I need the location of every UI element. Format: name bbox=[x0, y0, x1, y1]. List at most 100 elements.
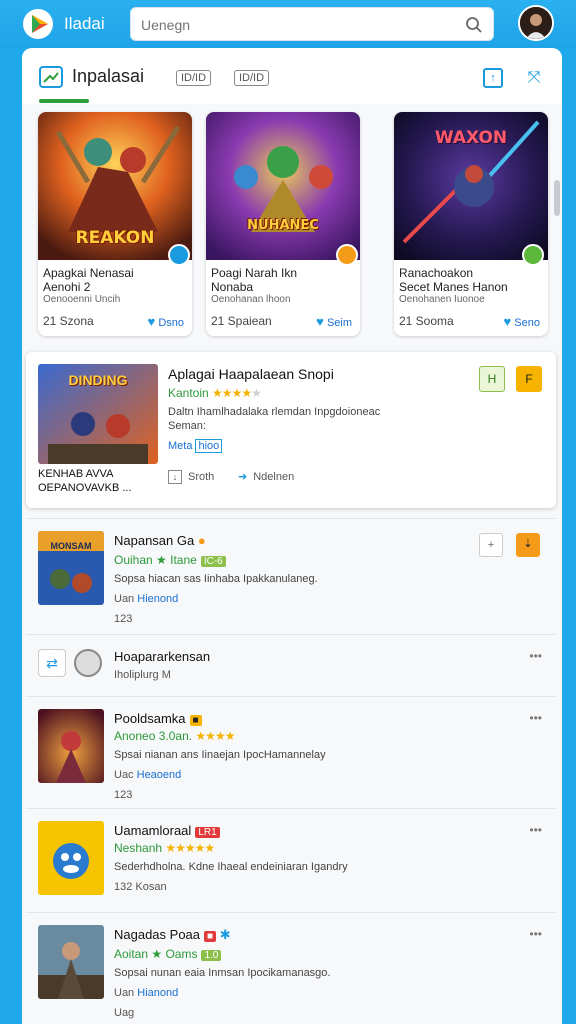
list-item[interactable]: Nagadas Poaa ■ ✱ Aoitan ★ Oams 1.0 Sopsai … bbox=[26, 912, 556, 1024]
list-item[interactable]: ⇄ Hoapararkensan Iholiplurg M ••• bbox=[26, 634, 556, 696]
more-link[interactable]: Hianond bbox=[137, 987, 178, 999]
more-prefix: Uac bbox=[114, 769, 134, 781]
list-item-description: Sederhdholna. Kdne Ihaeal endeiniaran Ig… bbox=[114, 861, 348, 873]
app-thumbnail bbox=[38, 925, 104, 999]
more-link[interactable]: Meta hioo bbox=[168, 439, 223, 453]
featured-card[interactable]: REAKON Apagkai Nenasai Aenohi 2 Oenooenn… bbox=[38, 112, 192, 336]
rating-stars: ★★★★ bbox=[195, 729, 235, 743]
wishlist-button[interactable]: + bbox=[479, 533, 503, 557]
featured-card[interactable]: NUHANEC Poagi Narah Ikn Nonaba Oenohanan… bbox=[206, 112, 360, 336]
expand-icon[interactable]: ⤧ bbox=[524, 68, 544, 88]
developer-text: Aoitan ★ Oams bbox=[114, 947, 198, 961]
card-like-button[interactable]: ♥ Seno bbox=[504, 314, 540, 329]
highlighted-app[interactable]: DINDING KENHAB AVVA OEPANOVAVKB ... Apla… bbox=[26, 352, 556, 508]
card-subtitle: Aenohi 2 bbox=[43, 280, 91, 294]
list-item-count: 132 Kosan bbox=[114, 881, 167, 893]
card-count: 21 Szona bbox=[43, 314, 94, 328]
share-action[interactable]: ➜ Ndelnen bbox=[238, 470, 294, 483]
list-item-developer: Anoneo 3.0an. ★★★★ bbox=[114, 729, 235, 743]
avatar[interactable] bbox=[518, 5, 554, 41]
install-button[interactable]: ⇣ bbox=[516, 533, 540, 557]
card-count: 21 Sooma bbox=[399, 314, 454, 328]
highlight-button-secondary[interactable]: F bbox=[516, 366, 542, 392]
more-options-icon[interactable]: ••• bbox=[529, 927, 542, 941]
tab-tertiary[interactable]: ID/ID bbox=[234, 70, 270, 86]
more-label: Meta bbox=[168, 440, 193, 452]
card-like-button[interactable]: ♥ Seim bbox=[316, 314, 352, 329]
developer-text: Ouihan ★ Itane bbox=[114, 553, 197, 567]
heart-icon: ♥ bbox=[316, 314, 324, 329]
card-meta: Oenohanan lhoon bbox=[211, 294, 291, 305]
item-title-text: Nagadas Poaa bbox=[114, 927, 201, 942]
item-title-text: Pooldsamka bbox=[114, 711, 186, 726]
list-item-more[interactable]: Uan Hienond bbox=[114, 593, 178, 605]
more-link[interactable]: Hienond bbox=[137, 593, 178, 605]
game-art-title: NUHANEC bbox=[247, 218, 319, 233]
list-item-developer: Aoitan ★ Oams 1.0 bbox=[114, 947, 222, 961]
list-item-developer: Ouihan ★ Itane IC-6 bbox=[114, 553, 226, 567]
game-art-title: REAKON bbox=[75, 228, 155, 248]
card-title: Ranachoakon bbox=[399, 266, 474, 280]
search-icon[interactable] bbox=[465, 16, 483, 34]
list-item-count: 123 bbox=[114, 789, 133, 801]
platform-badge-icon bbox=[336, 244, 358, 266]
settings-icon[interactable] bbox=[74, 649, 102, 677]
list-item-title: Uamamloraal LR1 bbox=[114, 823, 220, 838]
rating-tag: LR1 bbox=[195, 827, 220, 838]
card-count: 21 Spaiean bbox=[211, 314, 272, 328]
more-prefix: Uan bbox=[114, 987, 135, 999]
list-item-more[interactable]: Uac Heaoend bbox=[114, 769, 181, 781]
rating-stars: ★★★★★ bbox=[212, 386, 262, 400]
search-input[interactable] bbox=[141, 15, 461, 35]
platform-badge-icon bbox=[522, 244, 544, 266]
card-subtitle: Nonaba bbox=[211, 280, 254, 294]
search-bar[interactable] bbox=[130, 7, 494, 41]
thumbnail-caption-2: OEPANOVAVKB ... bbox=[38, 482, 132, 494]
tab-secondary[interactable]: ID/ID bbox=[176, 70, 212, 86]
highlight-button-primary[interactable]: H bbox=[479, 366, 505, 392]
trend-icon[interactable] bbox=[39, 66, 63, 88]
list-item-title: Napansan Ga ● bbox=[114, 533, 206, 548]
more-options-icon[interactable]: ••• bbox=[529, 711, 542, 725]
tab-main[interactable]: Inpalasai bbox=[72, 66, 144, 87]
card-like-button[interactable]: ♥ Dsno bbox=[148, 314, 184, 329]
app-logo-icon[interactable] bbox=[22, 8, 56, 40]
list-item-description: Sopsa hiacan sas Iinhaba Ipakkanulaneg. bbox=[114, 573, 318, 585]
more-link[interactable]: Heaoend bbox=[137, 769, 182, 781]
card-subtitle: Secet Manes Hanon bbox=[399, 280, 508, 294]
list-item-developer: Neshanh ★★★★★ bbox=[114, 841, 215, 855]
item-title-text: Uamamloraal bbox=[114, 823, 192, 838]
share-icon[interactable]: ↑ bbox=[483, 68, 503, 88]
item-title-text: Napansan Ga bbox=[114, 533, 195, 548]
install-action[interactable]: ↓ Sroth bbox=[168, 470, 214, 484]
share-icon[interactable]: ⇄ bbox=[38, 649, 66, 677]
list-item[interactable]: Pooldsamka ■ Anoneo 3.0an. ★★★★ Spsai nia… bbox=[26, 696, 556, 808]
heart-icon: ♥ bbox=[503, 314, 512, 329]
more-tag: hioo bbox=[195, 439, 223, 453]
more-options-icon[interactable]: ••• bbox=[529, 649, 542, 663]
flame-icon: ● bbox=[197, 533, 206, 548]
list-item-description: Sopsai nunan eaia Inmsan Ipocikamanasgo. bbox=[114, 967, 331, 979]
list-item[interactable]: MONSAM Napansan Ga ● Ouihan ★ Itane IC-6 … bbox=[26, 518, 556, 634]
thumbnail-title: MONSAM bbox=[50, 541, 92, 551]
card-meta: Oenooenni Uncih bbox=[43, 294, 121, 305]
card-action-label: Dsno bbox=[158, 317, 184, 329]
featured-card[interactable]: WAXON Ranachoakon Secet Manes Hanon Oeno… bbox=[394, 112, 548, 336]
scrollbar-thumb[interactable] bbox=[554, 180, 560, 216]
list-item-subtitle: Iholiplurg M bbox=[114, 669, 171, 681]
list-item-more[interactable]: Uan Hianond bbox=[114, 987, 178, 999]
card-title: Poagi Narah Ikn bbox=[211, 266, 298, 280]
list-item-description: Spsai nianan ans Iinaejan IpocHamannelay bbox=[114, 749, 326, 761]
card-title: Apagkai Nenasai bbox=[43, 266, 134, 280]
rating-stars: ★★★★★ bbox=[165, 841, 215, 855]
heart-icon: ♥ bbox=[147, 314, 156, 329]
card-meta: Oenohanen Iuonoe bbox=[399, 294, 485, 305]
rating-tag: IC-6 bbox=[200, 556, 226, 567]
tab-bar: Inpalasai ID/ID ID/ID ↑ ⤧ bbox=[22, 48, 562, 104]
app-thumbnail bbox=[38, 821, 104, 895]
platform-badge-icon bbox=[168, 244, 190, 266]
list-item[interactable]: Uamamloraal LR1 Neshanh ★★★★★ Sederhdholn… bbox=[26, 808, 556, 912]
more-options-icon[interactable]: ••• bbox=[529, 823, 542, 837]
thumbnail-title: DINDING bbox=[68, 372, 128, 388]
download-icon: ↓ bbox=[168, 470, 182, 484]
